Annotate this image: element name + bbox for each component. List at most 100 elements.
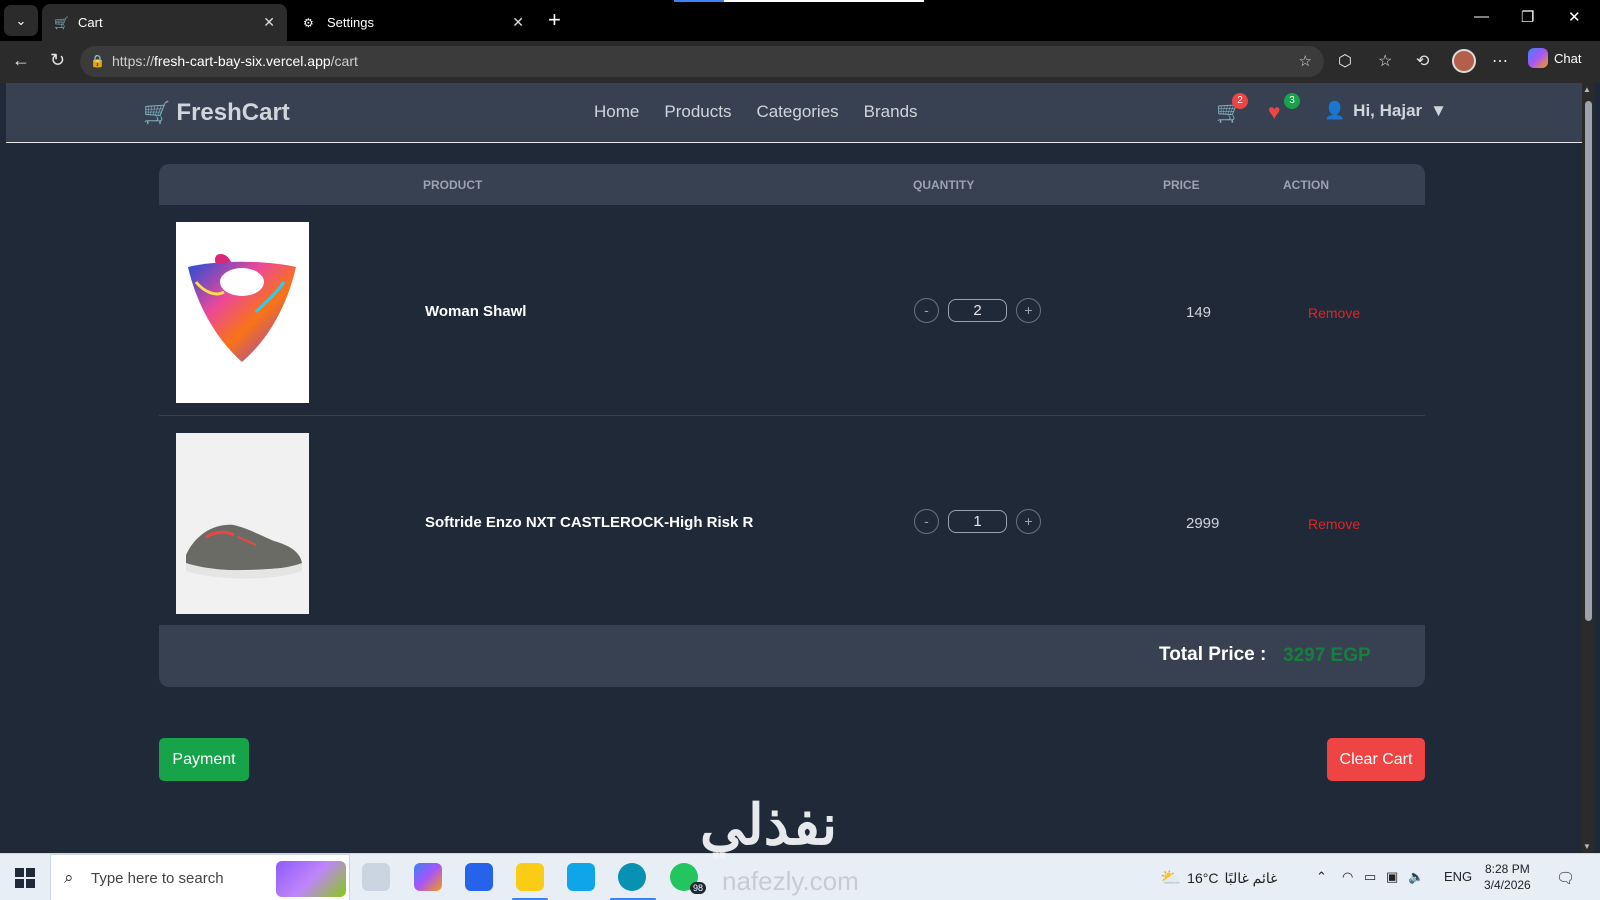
edge-icon[interactable] [618, 863, 646, 891]
volume-icon[interactable]: 🔈 [1408, 869, 1424, 885]
wishlist-count-badge: 3 [1284, 93, 1300, 109]
scroll-down-icon[interactable]: ▼ [1583, 842, 1591, 851]
weather-widget[interactable]: ⛅ 16°C غائم غالبًا [1160, 868, 1278, 888]
clear-cart-button[interactable]: Clear Cart [1327, 738, 1425, 781]
url-prefix: https:// [112, 53, 155, 69]
decrease-quantity-button[interactable]: - [914, 298, 939, 323]
clock-date: 3/4/2026 [1484, 878, 1531, 892]
header-action: Action [1283, 178, 1329, 192]
product-price: 2999 [1186, 515, 1220, 532]
close-tab-icon[interactable]: ✕ [263, 14, 275, 31]
total-price-label: Total Price : [1159, 644, 1267, 665]
favorites-icon[interactable]: ☆ [1378, 51, 1392, 71]
user-greeting: Hi, Hajar [1353, 101, 1423, 120]
restore-button[interactable]: ❐ [1521, 8, 1534, 26]
close-window-button[interactable]: ✕ [1568, 8, 1581, 26]
product-name: Softride Enzo NXT CASTLEROCK-High Risk R [425, 514, 754, 531]
url-input[interactable]: 🔒 https://fresh-cart-bay-six.vercel.app/… [80, 46, 1324, 77]
browser-tab-bar: ⌄ 🛒 Cart ✕ ⚙ Settings ✕ + — ❐ ✕ [0, 0, 1600, 41]
decrease-quantity-button[interactable]: - [914, 509, 939, 534]
cart-logo-icon: 🛒 [143, 100, 171, 125]
increase-quantity-button[interactable]: + [1016, 509, 1041, 534]
browser-address-bar: ← ↻ 🔒 https://fresh-cart-bay-six.vercel.… [0, 41, 1600, 83]
payment-button[interactable]: Payment [159, 738, 249, 781]
cart-count-badge: 2 [1232, 93, 1248, 109]
brand-name: FreshCart [176, 99, 290, 126]
chevron-up-icon[interactable]: ⌃ [1316, 869, 1327, 885]
copilot-chat-button[interactable]: Chat [1528, 48, 1581, 68]
url-host: fresh-cart-bay-six.vercel.app [154, 53, 331, 69]
nav-link-products[interactable]: Products [664, 102, 731, 122]
close-tab-icon[interactable]: ✕ [512, 14, 524, 31]
quantity-input[interactable]: 2 [948, 299, 1007, 322]
product-price: 149 [1186, 304, 1212, 321]
task-view-icon[interactable] [362, 863, 390, 891]
weather-temperature: 16°C [1187, 870, 1219, 886]
nav-link-categories[interactable]: Categories [756, 102, 838, 122]
user-menu[interactable]: 👤 Hi, Hajar ▼ [1324, 101, 1447, 121]
clock[interactable]: 8:28 PM 3/4/2026 [1484, 861, 1531, 893]
watermark-logo: نفذلي [700, 793, 838, 856]
battery-icon[interactable]: ▭ [1364, 869, 1376, 885]
product-image-sneaker [176, 433, 309, 614]
search-placeholder: Type here to search [91, 870, 224, 887]
product-name: Woman Shawl [425, 303, 527, 320]
page-viewport: 🛒 FreshCart Home Products Categories Bra… [6, 83, 1582, 853]
extensions-icon[interactable]: ⬡ [1338, 51, 1352, 71]
search-icon: ⌕ [64, 868, 74, 887]
tab-actions-menu-button[interactable]: ⌄ [4, 5, 38, 36]
total-price-value: 3297 EGP [1283, 645, 1371, 666]
page-loading-indicator [674, 0, 924, 2]
quantity-stepper: - 1 + [914, 509, 1041, 534]
file-explorer-icon[interactable] [516, 863, 544, 891]
page-scrollbar[interactable]: ▲ ▼ [1582, 83, 1594, 853]
table-row: Softride Enzo NXT CASTLEROCK-High Risk R… [159, 416, 1425, 627]
table-row: Woman Shawl - 2 + 149 Remove [159, 205, 1425, 416]
url-path: /cart [330, 53, 358, 69]
cart-favicon-icon: 🛒 [54, 15, 69, 30]
language-indicator[interactable]: ENG [1444, 869, 1472, 884]
minimize-button[interactable]: — [1474, 8, 1489, 25]
tab-settings-label: Settings [327, 15, 374, 30]
search-highlight-image [276, 861, 346, 897]
cloud-sun-icon: ⛅ [1160, 868, 1182, 887]
favorite-star-icon[interactable]: ☆ [1299, 46, 1312, 77]
quantity-input[interactable]: 1 [948, 510, 1007, 533]
header-quantity: Quantity [913, 178, 975, 192]
nav-link-home[interactable]: Home [594, 102, 639, 122]
more-options-icon[interactable]: ⋯ [1492, 51, 1508, 71]
weather-label: غائم غالبًا [1224, 869, 1278, 886]
meet-icon[interactable]: ▣ [1386, 869, 1398, 885]
back-arrow-icon[interactable]: ← [12, 50, 30, 71]
cart-button[interactable]: 🛒 2 [1216, 93, 1248, 127]
taskbar-search-box[interactable]: ⌕ Type here to search [50, 854, 350, 900]
new-tab-button[interactable]: + [548, 8, 561, 32]
site-navbar: 🛒 FreshCart Home Products Categories Bra… [6, 83, 1582, 143]
brand-logo[interactable]: 🛒 FreshCart [143, 99, 290, 127]
refresh-icon[interactable]: ↻ [50, 50, 65, 71]
user-icon: 👤 [1324, 101, 1346, 120]
copilot-taskbar-icon[interactable] [414, 863, 442, 891]
quantity-stepper: - 2 + [914, 298, 1041, 323]
tab-cart[interactable]: 🛒 Cart ✕ [42, 4, 287, 41]
notification-icon[interactable]: 🗨 [1556, 869, 1575, 887]
scrollbar-thumb[interactable] [1585, 101, 1592, 621]
scroll-up-icon[interactable]: ▲ [1583, 85, 1591, 94]
heart-icon: ♥ [1268, 101, 1281, 124]
wishlist-button[interactable]: ♥ 3 [1268, 93, 1300, 127]
tab-settings[interactable]: ⚙ Settings ✕ [291, 4, 536, 41]
windows-start-button[interactable] [15, 868, 35, 888]
cart-table: Product Quantity Price Action [159, 164, 1425, 627]
nav-link-brands[interactable]: Brands [864, 102, 918, 122]
total-price-bar: Total Price : 3297 EGP [159, 625, 1425, 687]
copilot-icon [1528, 48, 1548, 68]
profile-avatar[interactable] [1452, 49, 1476, 73]
wifi-icon[interactable]: ◠ [1342, 869, 1353, 885]
history-icon[interactable]: ⟲ [1416, 51, 1429, 71]
outlook-icon[interactable] [567, 863, 595, 891]
watermark-url: nafezly.com [722, 866, 859, 896]
remove-button[interactable]: Remove [1308, 516, 1360, 532]
increase-quantity-button[interactable]: + [1016, 298, 1041, 323]
store-icon[interactable] [465, 863, 493, 891]
remove-button[interactable]: Remove [1308, 305, 1360, 321]
